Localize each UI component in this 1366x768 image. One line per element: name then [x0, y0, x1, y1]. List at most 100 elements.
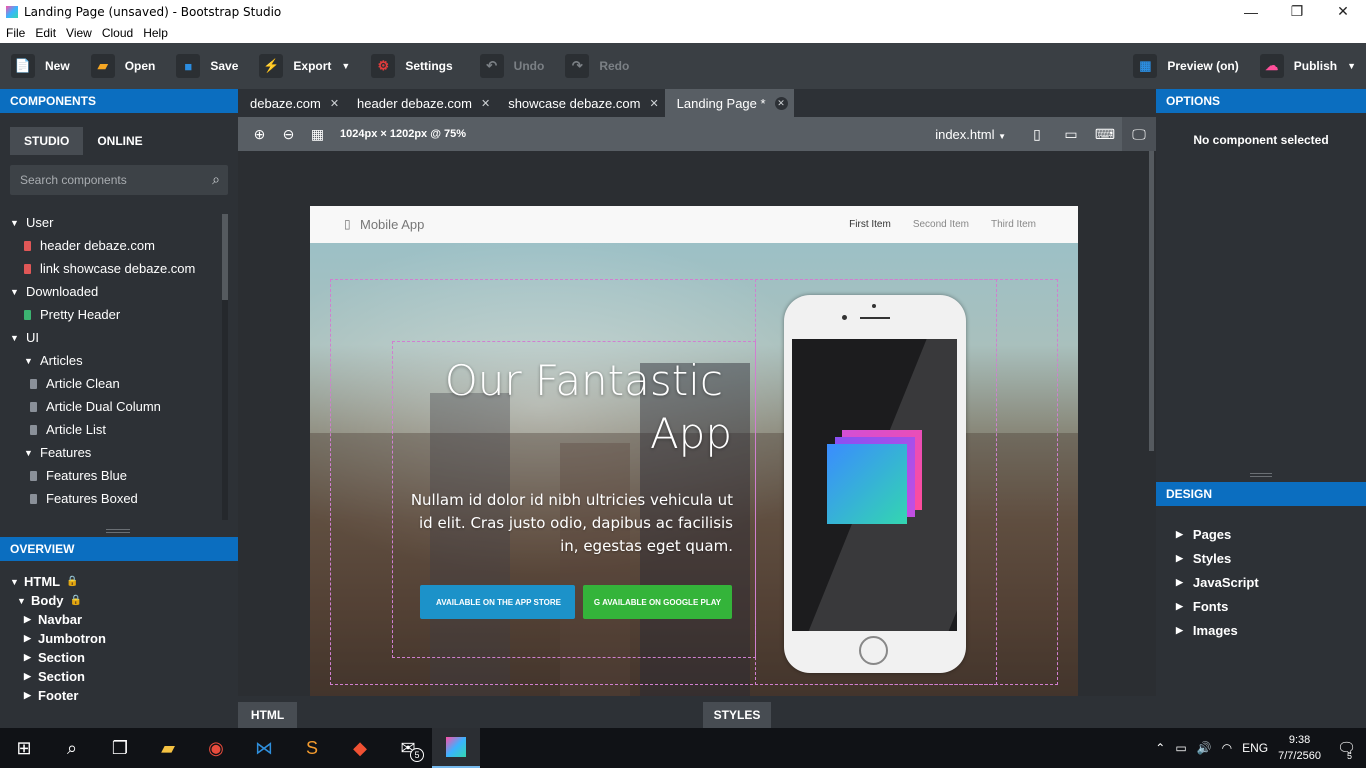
redo-button[interactable]: ↷ Redo	[554, 43, 639, 89]
file-explorer-icon[interactable]: ▰	[144, 728, 192, 768]
overview-node[interactable]: ▼ Body 🔒	[0, 591, 238, 610]
overview-node[interactable]: ▶ Footer	[0, 686, 238, 705]
tree-group[interactable]: ▼ Articles	[0, 349, 228, 372]
expand-arrow-icon[interactable]: ▼	[10, 577, 20, 587]
undo-button[interactable]: ↶ Undo	[469, 43, 555, 89]
expand-arrow-icon[interactable]: ▼	[10, 333, 20, 343]
hero-heading-line2[interactable]: App	[650, 409, 732, 458]
close-button[interactable]: ✕	[1320, 0, 1366, 23]
clock[interactable]: 9:38 7/7/2560	[1278, 732, 1321, 764]
grid-icon[interactable]: ▦	[303, 126, 332, 143]
menu-cloud[interactable]: Cloud	[98, 26, 137, 40]
tree-group[interactable]: ▼ Downloaded	[0, 280, 228, 303]
tab-online[interactable]: ONLINE	[83, 127, 156, 155]
expand-arrow-icon[interactable]: ▼	[10, 287, 20, 297]
windows-start-icon[interactable]: ⊞	[0, 728, 48, 768]
new-button[interactable]: 📄 New	[0, 43, 80, 89]
task-view-icon[interactable]: ❐	[96, 728, 144, 768]
expand-arrow-icon[interactable]: ▶	[1176, 577, 1183, 588]
navbar-brand[interactable]: Mobile App	[360, 217, 424, 232]
language-indicator[interactable]: ENG	[1242, 741, 1268, 755]
close-tab-icon[interactable]: ✕	[649, 97, 658, 110]
nav-item-first[interactable]: First Item	[849, 219, 891, 230]
overview-node[interactable]: ▶ Jumbotron	[0, 629, 238, 648]
zoom-in-icon[interactable]: ⊕	[245, 126, 274, 143]
scrollbar-thumb[interactable]	[1149, 151, 1154, 451]
export-button[interactable]: ⚡ Export ▼	[248, 43, 360, 89]
laptop-view-icon[interactable]: ⌨	[1088, 117, 1122, 151]
overview-node[interactable]: ▶ Navbar	[0, 610, 238, 629]
tree-item[interactable]: Article Clean	[0, 372, 228, 395]
menu-view[interactable]: View	[62, 26, 96, 40]
html-panel-tab[interactable]: HTML	[238, 702, 297, 728]
save-button[interactable]: ■ Save	[165, 43, 248, 89]
zoom-out-icon[interactable]: ⊖	[274, 126, 303, 143]
expand-arrow-icon[interactable]: ▶	[24, 671, 34, 682]
notifications-icon[interactable]: 🗨 5	[1337, 739, 1356, 761]
scrollbar-thumb[interactable]	[222, 214, 228, 300]
search-input[interactable]: Search components ⌕	[10, 165, 228, 195]
design-item[interactable]: ▶ Pages	[1156, 522, 1366, 546]
tree-item[interactable]: Features Blue	[0, 464, 228, 487]
tab-studio[interactable]: STUDIO	[10, 127, 84, 155]
git-icon[interactable]: ◆	[336, 728, 384, 768]
page-selector[interactable]: index.html ▼	[935, 127, 1006, 142]
search-icon[interactable]: ⌕	[212, 171, 220, 188]
tree-group[interactable]: ▼ User	[0, 211, 228, 234]
menu-edit[interactable]: Edit	[31, 26, 60, 40]
design-canvas[interactable]: ▯ Mobile App First Item Second Item Thir…	[238, 151, 1148, 696]
expand-arrow-icon[interactable]: ▶	[24, 652, 34, 663]
canvas-scrollbar[interactable]	[1148, 151, 1156, 696]
nav-item-third[interactable]: Third Item	[991, 219, 1036, 230]
expand-arrow-icon[interactable]: ▶	[1176, 529, 1183, 540]
hero-lead[interactable]: Nullam id dolor id nibh ultricies vehicu…	[398, 489, 733, 558]
tree-item[interactable]: Article List	[0, 418, 228, 441]
wifi-icon[interactable]: ◠	[1222, 741, 1232, 755]
design-item[interactable]: ▶ Fonts	[1156, 594, 1366, 618]
tree-item[interactable]: link showcase debaze.com	[0, 257, 228, 280]
overview-node[interactable]: ▼ HTML 🔒	[0, 572, 238, 591]
tree-item[interactable]: Article Dual Column	[0, 395, 228, 418]
design-item[interactable]: ▶ JavaScript	[1156, 570, 1366, 594]
expand-arrow-icon[interactable]: ▼	[24, 448, 34, 458]
page-preview[interactable]: ▯ Mobile App First Item Second Item Thir…	[310, 206, 1078, 696]
document-tab[interactable]: debaze.com ✕	[238, 89, 345, 117]
overview-node[interactable]: ▶ Section	[0, 648, 238, 667]
phone-mockup[interactable]	[784, 295, 966, 673]
tree-group[interactable]: ▼ UI	[0, 326, 228, 349]
tree-item[interactable]: Features Boxed	[0, 487, 228, 510]
battery-icon[interactable]: ▭	[1175, 741, 1186, 755]
vscode-icon[interactable]: ⋈	[240, 728, 288, 768]
hero-heading-line1[interactable]: Our Fantastic	[445, 356, 723, 405]
chevron-up-icon[interactable]: ⌃	[1155, 741, 1165, 755]
panel-resize-handle[interactable]	[1250, 473, 1272, 477]
preview-navbar[interactable]: ▯ Mobile App First Item Second Item Thir…	[310, 206, 1078, 243]
components-scrollbar[interactable]	[222, 214, 228, 520]
styles-panel-tab[interactable]: STYLES	[703, 702, 771, 728]
expand-arrow-icon[interactable]: ▼	[10, 218, 20, 228]
jumbotron[interactable]: Our Fantastic App Nullam id dolor id nib…	[310, 243, 1078, 696]
close-tab-icon[interactable]: ✕	[330, 97, 339, 110]
search-icon[interactable]: ⌕	[48, 728, 96, 768]
expand-arrow-icon[interactable]: ▼	[24, 356, 34, 366]
sublime-icon[interactable]: S	[288, 728, 336, 768]
close-tab-icon[interactable]: ✕	[774, 96, 788, 110]
nav-item-second[interactable]: Second Item	[913, 219, 969, 230]
menu-file[interactable]: File	[2, 26, 29, 40]
expand-arrow-icon[interactable]: ▶	[1176, 601, 1183, 612]
expand-arrow-icon[interactable]: ▶	[1176, 553, 1183, 564]
document-tab[interactable]: Landing Page * ✕	[664, 89, 794, 117]
preview-button[interactable]: ▦ Preview (on)	[1122, 43, 1248, 89]
tree-item[interactable]: Pretty Header	[0, 303, 228, 326]
app-store-button[interactable]: AVAILABLE ON THE APP STORE	[420, 585, 575, 619]
minimize-button[interactable]: —	[1228, 0, 1274, 23]
menu-help[interactable]: Help	[139, 26, 172, 40]
settings-button[interactable]: ⚙ Settings	[360, 43, 462, 89]
overview-node[interactable]: ▶ Section	[0, 667, 238, 686]
expand-arrow-icon[interactable]: ▶	[24, 690, 34, 701]
phone-view-icon[interactable]: ▯	[1020, 117, 1054, 151]
design-item[interactable]: ▶ Images	[1156, 618, 1366, 642]
tablet-view-icon[interactable]: ▭	[1054, 117, 1088, 151]
expand-arrow-icon[interactable]: ▼	[17, 596, 27, 606]
chrome-icon[interactable]: ◉	[192, 728, 240, 768]
